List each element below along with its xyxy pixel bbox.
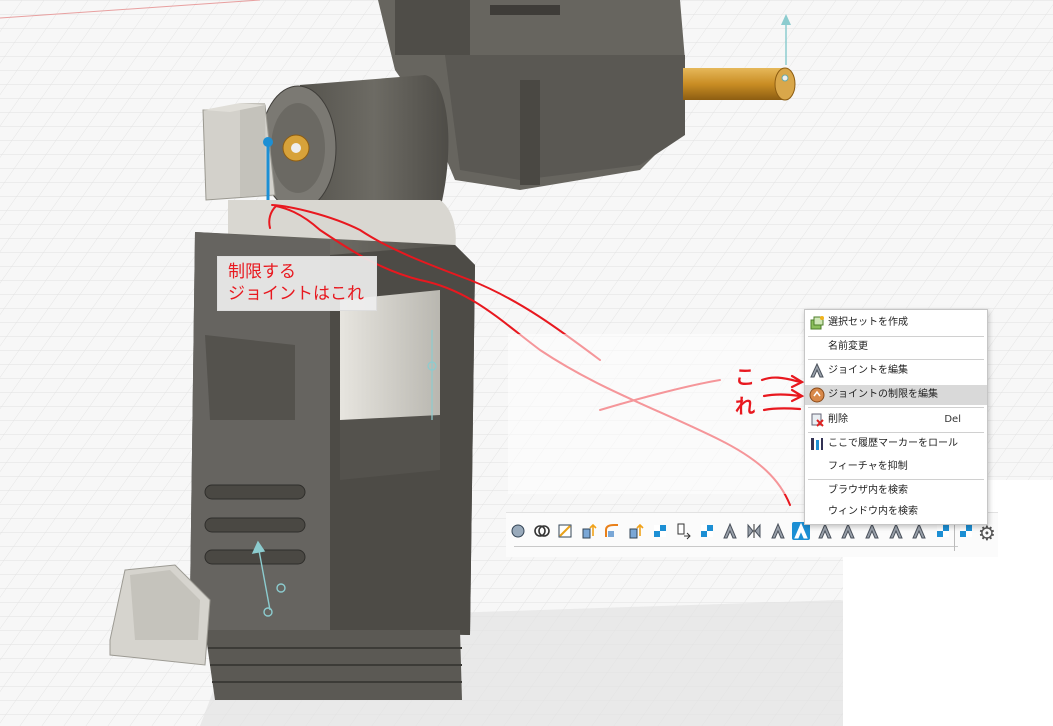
roll-marker-icon	[811, 438, 823, 450]
joint-icon[interactable]	[721, 522, 739, 540]
brass-shaft	[683, 67, 796, 101]
delete-icon	[811, 413, 824, 427]
shortcut-label: Del	[944, 414, 961, 425]
menu-item-edit-joint-limits[interactable]: ジョイントの制限を編集	[805, 385, 987, 405]
annotation-side-bottom: れ	[735, 394, 755, 418]
menu-item-delete[interactable]: 削除 Del	[805, 410, 987, 430]
sketch-icon[interactable]	[556, 522, 574, 540]
menu-item-edit-joint[interactable]: ジョイントを編集	[805, 361, 987, 381]
move-icon[interactable]	[674, 522, 692, 540]
menu-label: ジョイントを編集	[828, 365, 908, 376]
timeline-track	[514, 546, 958, 547]
menu-label: 選択セットを作成	[828, 317, 908, 328]
joint-limits-icon	[809, 387, 825, 403]
menu-label: ジョイントの制限を編集	[828, 389, 938, 400]
joint-icon	[810, 363, 824, 378]
extrude-icon[interactable]	[580, 522, 598, 540]
revolve-icon[interactable]	[509, 522, 527, 540]
menu-label: フィーチャを抑制	[828, 461, 908, 472]
gear-icon[interactable]: ⚙	[978, 523, 996, 543]
annotation-line1: 制限する	[228, 262, 296, 282]
menu-label: ブラウザ内を検索	[828, 485, 908, 496]
menu-label: ウィンドウ内を検索	[828, 506, 918, 517]
menu-item-roll-history-marker[interactable]: ここで履歴マーカーをロール	[805, 434, 987, 454]
menu-item-find-in-window[interactable]: ウィンドウ内を検索	[805, 502, 987, 522]
annotation-callout: 制限する ジョイントはこれ	[217, 256, 377, 311]
annotation-side-top: こ	[735, 365, 755, 389]
menu-label: 削除	[828, 414, 848, 425]
fillet-icon[interactable]	[603, 522, 621, 540]
joint-origin-icon[interactable]	[651, 522, 669, 540]
gray-bracket[interactable]	[202, 103, 276, 201]
mirror-icon[interactable]	[745, 522, 763, 540]
joint-origin-icon[interactable]	[698, 522, 716, 540]
menu-separator	[808, 432, 984, 433]
context-menu: 選択セットを作成 名前変更 ジョイントを編集 ジョイントの制限を編集 削除 De…	[804, 309, 988, 525]
selection-set-icon	[810, 316, 824, 330]
joint-icon[interactable]	[769, 522, 787, 540]
menu-separator	[808, 359, 984, 360]
menu-item-create-selection-set[interactable]: 選択セットを作成	[805, 313, 987, 333]
menu-item-suppress-feature[interactable]: フィーチャを抑制	[805, 457, 987, 477]
menu-label: 名前変更	[828, 341, 868, 352]
combine-icon[interactable]	[533, 522, 551, 540]
extrude-icon[interactable]	[627, 522, 645, 540]
annotation-arrows	[760, 374, 805, 412]
menu-item-find-in-browser[interactable]: ブラウザ内を検索	[805, 481, 987, 501]
annotation-line2: ジョイントはこれ	[228, 284, 364, 304]
menu-item-rename[interactable]: 名前変更	[805, 337, 987, 357]
menu-separator	[808, 407, 984, 408]
menu-separator	[808, 479, 984, 480]
menu-label: ここで履歴マーカーをロール	[828, 438, 958, 449]
